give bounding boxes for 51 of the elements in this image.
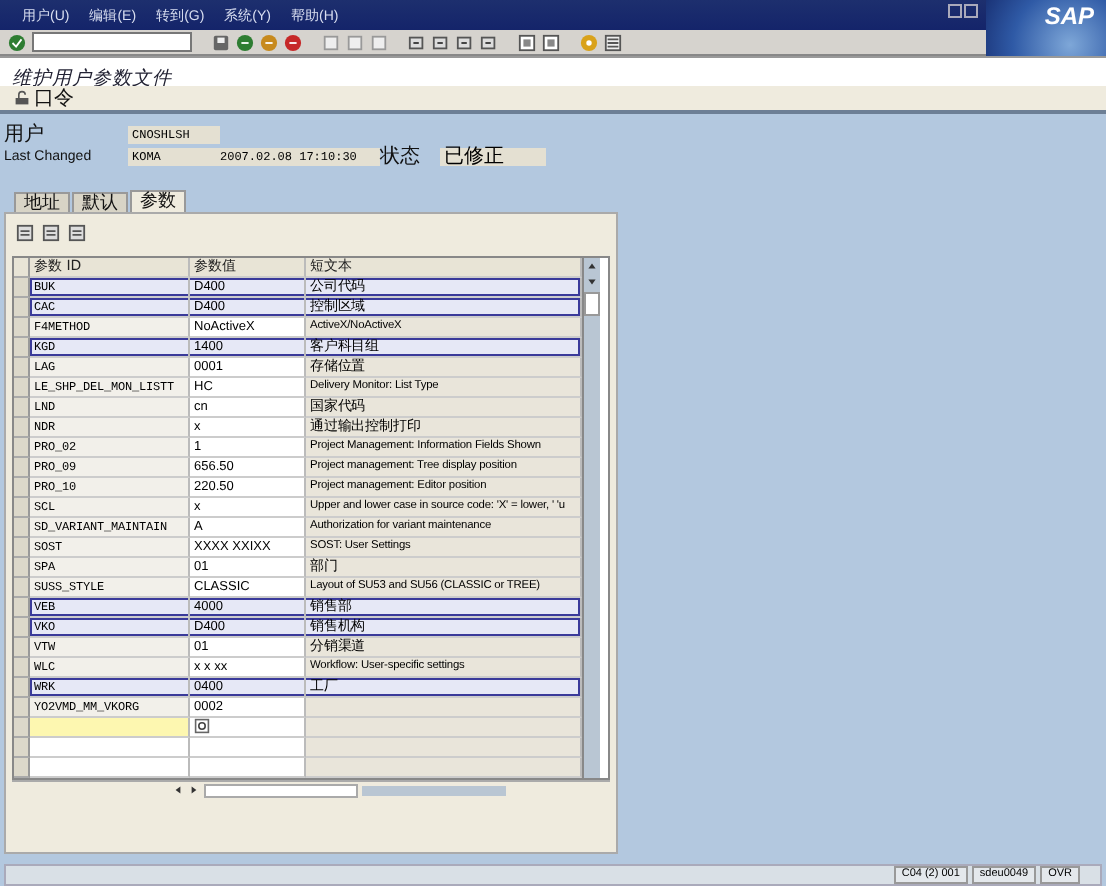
scroll-left-icon[interactable] <box>172 784 184 797</box>
row-selector[interactable] <box>14 318 30 339</box>
scroll-thumb[interactable] <box>204 783 358 798</box>
tab[interactable]: 默认 <box>72 192 128 213</box>
row-selector[interactable] <box>14 518 30 539</box>
tab[interactable]: 参数 <box>130 190 186 213</box>
row-selector[interactable] <box>14 278 30 299</box>
row-selector[interactable] <box>14 358 30 379</box>
field-label: 用户 <box>4 121 46 149</box>
row-selector[interactable] <box>14 538 30 559</box>
row-selector[interactable] <box>14 438 30 459</box>
input-field[interactable]: 已修正 <box>440 147 546 166</box>
row-selector[interactable] <box>14 698 30 719</box>
row-selector[interactable] <box>14 398 30 419</box>
row-selector[interactable] <box>14 378 30 399</box>
row-selector[interactable] <box>14 758 30 779</box>
lock-icon <box>14 90 30 107</box>
row-selector[interactable] <box>14 338 30 359</box>
minimize-icon[interactable] <box>948 4 962 18</box>
row-selector[interactable] <box>14 638 30 659</box>
save-icon[interactable] <box>212 33 230 52</box>
row-selector[interactable] <box>14 298 30 319</box>
row-selector[interactable] <box>14 658 30 679</box>
scroll-up-icon[interactable] <box>586 260 598 273</box>
row-selector[interactable] <box>14 618 30 639</box>
sap-logo: SAP <box>1044 2 1094 30</box>
cancel-icon[interactable] <box>284 33 302 52</box>
row-selector[interactable] <box>14 458 30 479</box>
row-selector[interactable] <box>14 478 30 499</box>
password-button[interactable]: 口令 <box>10 87 78 110</box>
tab[interactable]: 地址 <box>14 192 70 213</box>
input-field[interactable] <box>30 718 190 739</box>
row-selector[interactable] <box>14 678 30 699</box>
select-all-cell[interactable] <box>14 258 30 279</box>
row-selector[interactable] <box>14 738 30 759</box>
row-selector[interactable] <box>14 718 30 739</box>
field-label: 状态 <box>380 143 422 171</box>
row-selector[interactable] <box>14 498 30 519</box>
maximize-icon[interactable] <box>964 4 978 18</box>
scroll-thumb[interactable] <box>584 292 600 317</box>
value-help-icon[interactable] <box>194 718 210 735</box>
command-field[interactable] <box>32 32 192 53</box>
scroll-right-icon[interactable] <box>188 784 200 797</box>
logo-background <box>986 0 1106 56</box>
scroll-down-icon[interactable] <box>586 276 598 289</box>
row-selector[interactable] <box>14 418 30 439</box>
row-selector[interactable] <box>14 558 30 579</box>
check-icon[interactable] <box>8 33 26 52</box>
row-selector[interactable] <box>14 598 30 619</box>
screen-title: 维护用户参数文件 <box>12 66 172 91</box>
row-selector[interactable] <box>14 578 30 599</box>
